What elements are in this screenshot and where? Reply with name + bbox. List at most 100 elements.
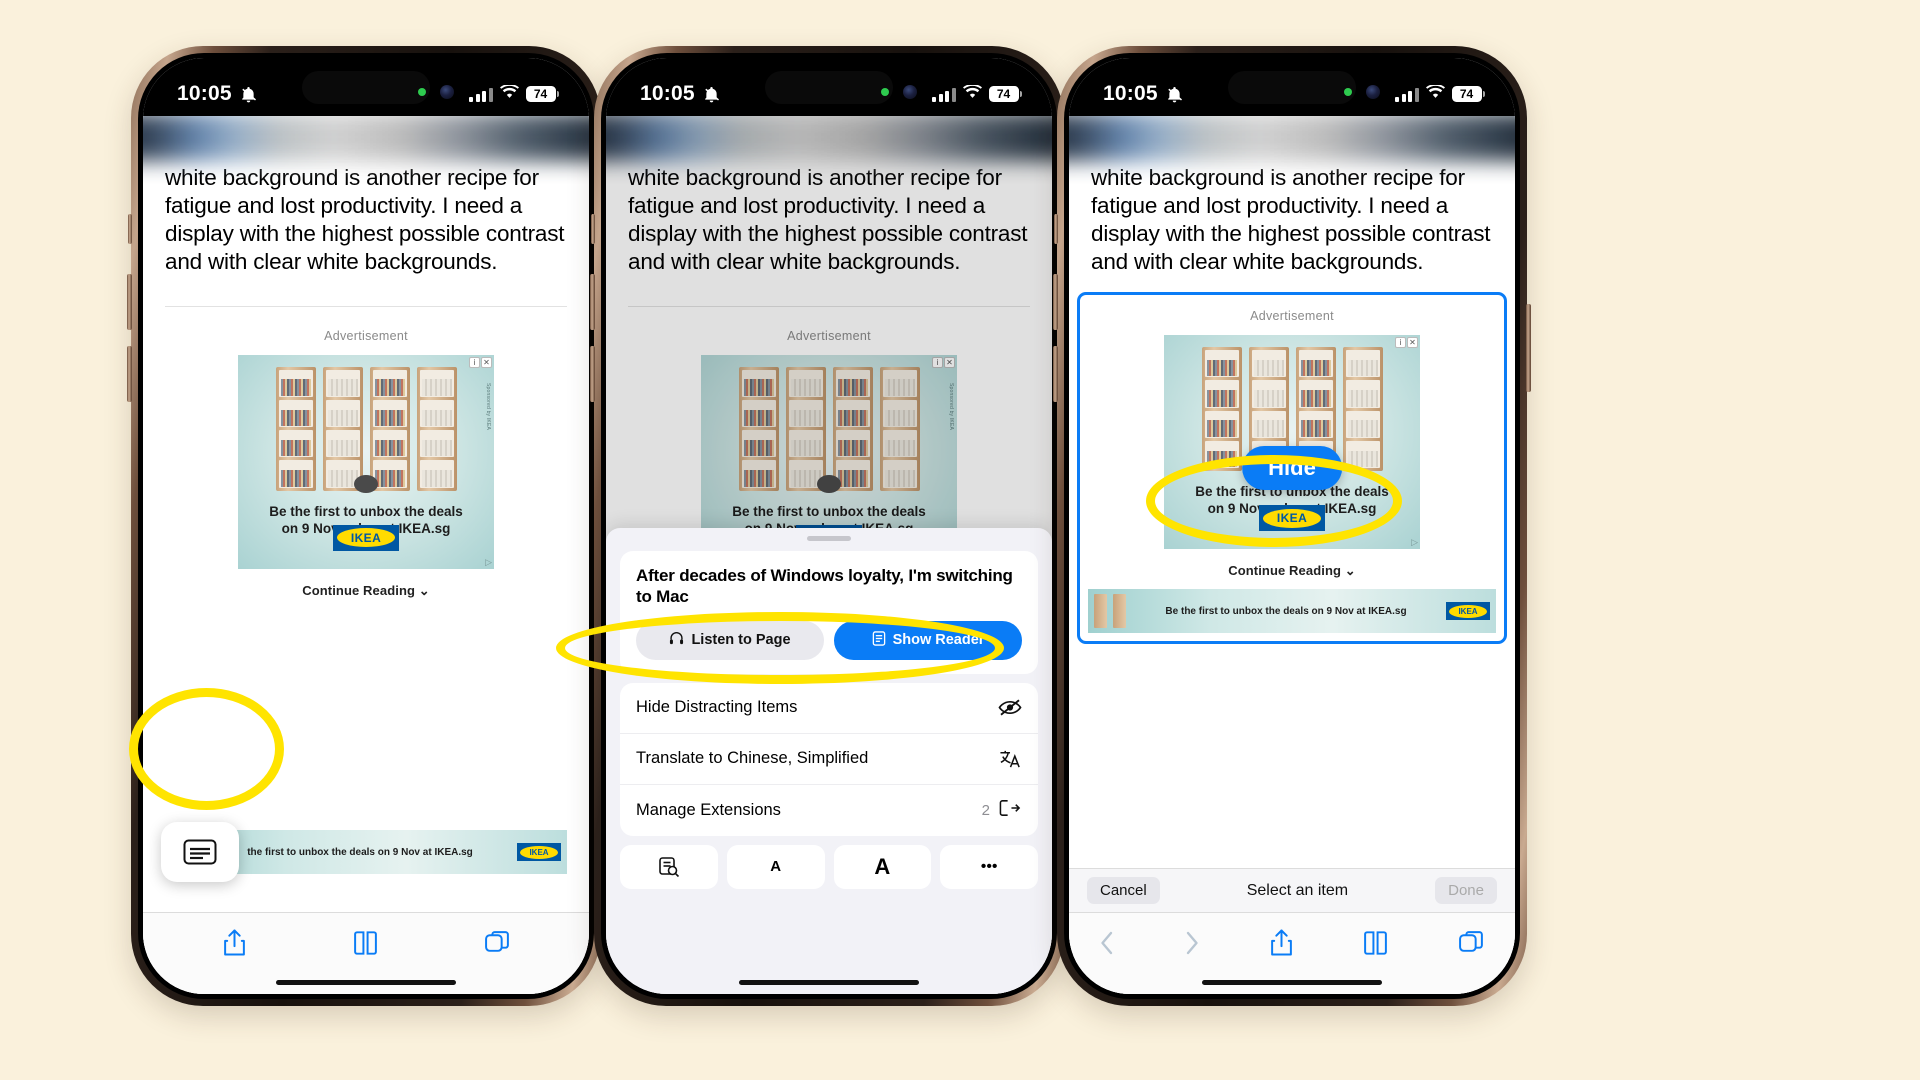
mute-switch[interactable]: [591, 214, 595, 244]
battery-level: 74: [988, 86, 1019, 102]
increase-text-size-button[interactable]: A: [833, 844, 932, 889]
home-indicator[interactable]: [739, 980, 919, 985]
clock: 10:05: [640, 82, 695, 105]
decrease-text-size-button[interactable]: A: [726, 844, 825, 889]
ad-creative[interactable]: Be the first to unbox the deals on 9 Nov…: [238, 354, 494, 569]
ikea-logo-text: IKEA: [1263, 508, 1321, 528]
selected-element-outline[interactable]: Advertisement Be the first to unbox the …: [1077, 292, 1507, 644]
sheet-grabber[interactable]: [807, 536, 851, 541]
ad-choices-badge[interactable]: i ✕: [1395, 337, 1418, 348]
status-bar-left: 10:05: [640, 82, 721, 106]
article-paragraph: white background is another recipe for f…: [165, 165, 565, 274]
home-indicator[interactable]: [276, 980, 456, 985]
bell-slash-icon: [239, 85, 258, 104]
ad-corner-marker: ▷: [485, 556, 492, 567]
listen-to-page-button[interactable]: Listen to Page: [636, 620, 824, 660]
status-bar-left: 10:05: [1103, 82, 1184, 106]
ad-choices-badge[interactable]: i ✕: [469, 356, 492, 368]
front-camera: [440, 85, 454, 99]
volume-down-button[interactable]: [1053, 346, 1058, 402]
dynamic-island: [1228, 71, 1356, 104]
ad-info-icon[interactable]: i: [1395, 337, 1406, 348]
dynamic-island: [302, 71, 430, 104]
bookmarks-icon[interactable]: [1362, 929, 1389, 957]
done-button[interactable]: Done: [1435, 877, 1497, 904]
mute-switch[interactable]: [128, 214, 132, 244]
page-header-blur: [143, 112, 589, 162]
bell-slash-icon: [702, 85, 721, 104]
phone-3-screen: 10:05 74 white background is another rec…: [1069, 58, 1515, 994]
bottom-banner-ad[interactable]: Be the first to unbox the deals on 9 Nov…: [1088, 589, 1496, 633]
forward-chevron-icon[interactable]: [1184, 930, 1200, 956]
clock: 10:05: [177, 82, 232, 105]
selection-toolbar: Cancel Select an item Done: [1069, 868, 1515, 912]
volume-up-button[interactable]: [1053, 274, 1058, 330]
volume-up-button[interactable]: [127, 274, 132, 330]
back-chevron-icon[interactable]: [1099, 930, 1115, 956]
ad-decor-dot: [354, 474, 378, 493]
ad-creative[interactable]: Be the first to unbox the deals on 9 Nov…: [1164, 335, 1420, 549]
ad-info-icon[interactable]: i: [469, 356, 480, 368]
cancel-button[interactable]: Cancel: [1087, 877, 1160, 904]
menu-trailing: 2: [982, 798, 1022, 823]
volume-down-button[interactable]: [590, 346, 595, 402]
reader-icon: [872, 630, 886, 650]
ikea-logo: IKEA: [1259, 505, 1325, 531]
mute-switch[interactable]: [1054, 214, 1058, 244]
continue-reading-link[interactable]: Continue Reading ⌄: [143, 583, 589, 599]
home-indicator[interactable]: [1202, 980, 1382, 985]
ad-close-icon[interactable]: ✕: [1407, 337, 1418, 348]
menu-item-manage-extensions[interactable]: Manage Extensions 2: [620, 785, 1038, 836]
banner-ad-text: the first to unbox the deals on 9 Nov at…: [247, 846, 473, 858]
tabs-icon[interactable]: [484, 929, 511, 956]
menu-label: Manage Extensions: [636, 800, 781, 819]
ad-close-icon[interactable]: ✕: [481, 356, 492, 368]
banner-ad-text: Be the first to unbox the deals on 9 Nov…: [1165, 605, 1407, 617]
ikea-logo-text: IKEA: [337, 528, 395, 548]
share-icon[interactable]: [222, 928, 247, 958]
phone-bezel: 10:05 74 white background is another rec…: [601, 53, 1057, 999]
bell-slash-icon: [1165, 85, 1184, 104]
hide-button[interactable]: Hide: [1242, 446, 1342, 490]
battery-cap: [1483, 91, 1485, 97]
safari-page-menu-sheet: After decades of Windows loyalty, I'm sw…: [606, 528, 1052, 994]
advertisement-block: Advertisement Be the first to unbox the …: [1080, 295, 1504, 579]
volume-down-button[interactable]: [127, 346, 132, 402]
share-icon[interactable]: [1269, 928, 1294, 958]
advertisement-block: Advertisement Be the first to unbox the …: [143, 307, 589, 599]
bookshelf: [322, 366, 363, 491]
tabs-icon[interactable]: [1458, 929, 1485, 956]
show-reader-label: Show Reader: [892, 632, 985, 648]
banner-shelf-icon: [1094, 594, 1107, 628]
webpage-content: white background is another recipe for f…: [1069, 112, 1515, 994]
extensions-icon: [999, 798, 1022, 823]
show-reader-button[interactable]: Show Reader: [834, 620, 1022, 660]
article-paragraph: white background is another recipe for f…: [1091, 165, 1491, 274]
page-tools-row: A A •••: [620, 844, 1038, 889]
headphones-icon: [669, 631, 684, 650]
page-actions: Listen to Page Show Reader: [636, 620, 1022, 660]
power-button[interactable]: [1526, 304, 1531, 392]
more-options-button[interactable]: •••: [940, 844, 1038, 889]
continue-reading-link[interactable]: Continue Reading ⌄: [1080, 563, 1504, 579]
menu-item-hide-distracting-items[interactable]: Hide Distracting Items: [620, 683, 1038, 734]
battery-cap: [557, 91, 559, 97]
bookshelf: [369, 366, 410, 491]
find-on-page-button[interactable]: [620, 844, 718, 889]
menu-item-translate[interactable]: Translate to Chinese, Simplified: [620, 734, 1038, 785]
bookshelf: [1342, 347, 1383, 471]
volume-up-button[interactable]: [590, 274, 595, 330]
bookmarks-icon[interactable]: [352, 929, 379, 957]
page-options-menu: Hide Distracting Items Translate to Chin…: [620, 682, 1038, 836]
page-title: After decades of Windows loyalty, I'm sw…: [636, 566, 1013, 607]
menu-label: Hide Distracting Items: [636, 698, 798, 716]
banner-shelf-icon: [1113, 594, 1126, 628]
banner-ikea-logo: IKEA: [517, 843, 561, 861]
cellular-signal-icon: [1395, 87, 1419, 102]
listen-to-page-label: Listen to Page: [691, 632, 791, 648]
wifi-icon: [499, 83, 519, 104]
ad-side-text: Sponsored by IKEA: [485, 382, 491, 430]
chevron-down-icon: ⌄: [418, 582, 430, 598]
reader-mode-button[interactable]: [161, 822, 239, 882]
camera-active-indicator: [881, 88, 889, 96]
